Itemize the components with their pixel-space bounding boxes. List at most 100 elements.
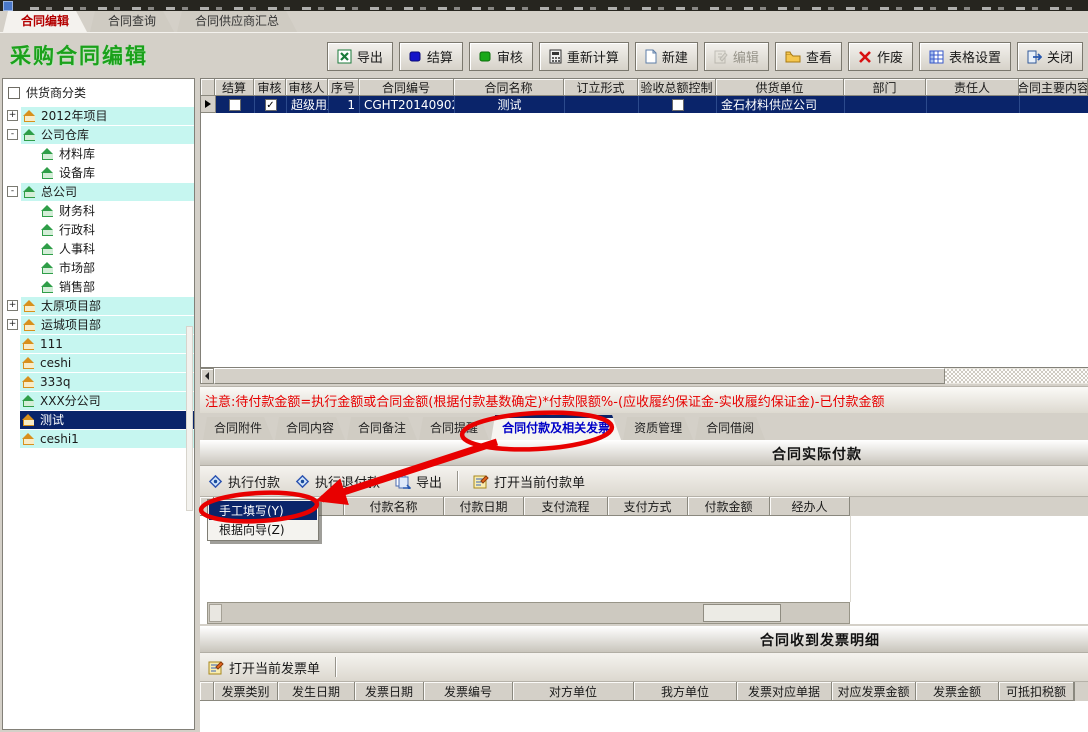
tree-node-label: XXX分公司 (40, 392, 101, 409)
tree-node-row[interactable]: 2012年项目 (21, 107, 194, 125)
settle-checkbox[interactable] (229, 99, 241, 111)
expander-icon[interactable]: - (7, 186, 18, 197)
payment-export-button[interactable]: 导出 (395, 472, 442, 491)
column-header[interactable]: 发生日期 (278, 682, 355, 701)
sidebar-scrollbar[interactable] (186, 326, 193, 511)
tree-node-row[interactable]: 111 (20, 335, 194, 353)
tree-node-row[interactable]: 太原项目部 (21, 297, 194, 315)
column-header[interactable]: 付款日期 (444, 497, 524, 516)
review-button[interactable]: 审核 (469, 42, 533, 71)
settle-button[interactable]: 结算 (399, 42, 463, 71)
tab-contract-borrow[interactable]: 合同借阅 (695, 417, 765, 440)
column-header[interactable]: 订立形式 (564, 79, 638, 96)
recalculate-button[interactable]: 重新计算 (539, 42, 629, 71)
tree-node-row[interactable]: 总公司 (21, 183, 194, 201)
column-header[interactable]: 可抵扣税额 (999, 682, 1074, 701)
execute-refund-button[interactable]: 执行退付款 (295, 472, 380, 491)
scroll-thumb[interactable] (703, 604, 781, 622)
column-header[interactable]: 付款金额 (688, 497, 770, 516)
close-button[interactable]: 关闭 (1017, 42, 1083, 71)
tab-contract-query[interactable]: 合同查询 (90, 11, 174, 32)
tree-node-row[interactable]: 行政科 (39, 221, 194, 239)
tab-contract-content[interactable]: 合同内容 (275, 417, 345, 440)
column-header[interactable]: 发票日期 (355, 682, 424, 701)
tree-node-row[interactable]: 人事科 (39, 240, 194, 258)
tree-node-row[interactable]: 333q (20, 373, 194, 391)
column-header[interactable]: 部门 (844, 79, 926, 96)
tree-node-row[interactable]: 设备库 (39, 164, 194, 182)
tree-node-row[interactable]: 运城项目部 (21, 316, 194, 334)
column-header[interactable]: 审核 (254, 79, 286, 96)
row-marker-header (200, 682, 214, 701)
column-header[interactable]: 经办人 (770, 497, 850, 516)
contract-name-cell: 测试 (455, 96, 565, 113)
new-button[interactable]: 新建 (635, 42, 698, 71)
expander-icon[interactable]: + (7, 300, 18, 311)
column-header[interactable]: 发票编号 (424, 682, 513, 701)
tree-node-row[interactable]: ceshi (20, 354, 194, 372)
contract-row-selected[interactable]: ✓ 超级用户 1 CGHT2014090201 测试 金石材料供应公司 (201, 96, 1088, 113)
scroll-thumb[interactable] (214, 368, 945, 384)
column-header[interactable]: 结算 (215, 79, 254, 96)
void-button[interactable]: 作废 (848, 42, 913, 71)
table-settings-button[interactable]: 表格设置 (919, 42, 1011, 71)
menu-item-manual-fill[interactable]: 手工填写(Y) (209, 501, 317, 520)
column-header[interactable]: 合同名称 (454, 79, 564, 96)
tree-node-row[interactable]: 财务科 (39, 202, 194, 220)
column-header[interactable]: 验收总额控制 (638, 79, 716, 96)
tree-node-row[interactable]: 材料库 (39, 145, 194, 163)
scroll-track[interactable] (945, 369, 1088, 383)
tree-node-row[interactable]: 市场部 (39, 259, 194, 277)
column-header[interactable]: 对应发票金额 (832, 682, 916, 701)
menu-item-wizard[interactable]: 根据向导(Z) (209, 520, 317, 539)
column-header[interactable]: 合同编号 (359, 79, 454, 96)
column-header[interactable]: 支付方式 (608, 497, 688, 516)
column-header[interactable]: 付款名称 (344, 497, 444, 516)
column-header[interactable]: 序号 (328, 79, 359, 96)
expander-icon[interactable]: + (7, 319, 18, 330)
row-marker-header (201, 79, 215, 96)
tree-node-row[interactable]: ceshi1 (20, 430, 194, 448)
column-header[interactable]: 合同主要内容 (1019, 79, 1088, 96)
column-header[interactable]: 发票类别 (214, 682, 278, 701)
tree-node-row[interactable]: XXX分公司 (20, 392, 194, 410)
tab-contract-attachment[interactable]: 合同附件 (203, 417, 273, 440)
button-label: 编辑 (733, 47, 759, 66)
contract-code-cell: CGHT2014090201 (360, 96, 455, 113)
column-header[interactable]: 发票金额 (916, 682, 999, 701)
column-header[interactable]: 支付流程 (524, 497, 608, 516)
scroll-left-button[interactable] (209, 604, 222, 622)
payment-hscrollbar[interactable] (207, 602, 850, 624)
tab-contract-edit[interactable]: 合同编辑 (3, 11, 87, 32)
tab-contract-remark[interactable]: 合同备注 (347, 417, 417, 440)
tab-contract-payment-invoices[interactable]: 合同付款及相关发票 (491, 415, 621, 440)
tree-node-label: 2012年项目 (41, 107, 108, 124)
review-checkbox[interactable]: ✓ (265, 99, 277, 111)
button-label: 审核 (497, 47, 523, 66)
tab-qualification-management[interactable]: 资质管理 (623, 417, 693, 440)
column-header[interactable]: 我方单位 (634, 682, 737, 701)
execute-payment-button[interactable]: 执行付款 (208, 472, 280, 491)
column-header[interactable]: 对方单位 (513, 682, 634, 701)
scroll-left-arrow-icon[interactable] (200, 368, 214, 384)
tree-node-row[interactable]: 公司仓库 (21, 126, 194, 144)
column-header[interactable]: 供货单位 (716, 79, 844, 96)
blue-diamond-icon (295, 474, 310, 489)
export-button[interactable]: 导出 (327, 42, 393, 71)
tree-node-row[interactable]: 销售部 (39, 278, 194, 296)
tab-contract-reminder[interactable]: 合同提醒 (419, 417, 489, 440)
contracts-hscrollbar[interactable] (200, 368, 1088, 384)
accept-checkbox[interactable] (672, 99, 684, 111)
column-header[interactable]: 发票对应单据 (737, 682, 832, 701)
open-payment-voucher-button[interactable]: 打开当前付款单 (473, 472, 585, 491)
open-invoice-voucher-button[interactable]: 打开当前发票单 (208, 658, 320, 677)
column-header[interactable]: 责任人 (926, 79, 1019, 96)
expander-icon[interactable]: - (7, 129, 18, 140)
column-header[interactable]: 审核人 (286, 79, 328, 96)
tree-node-row[interactable]: 测试 (20, 411, 194, 429)
category-filter-checkbox[interactable] (8, 87, 20, 99)
view-button[interactable]: 查看 (775, 42, 842, 71)
expander-icon[interactable]: + (7, 110, 18, 121)
tab-contract-supplier-summary[interactable]: 合同供应商汇总 (177, 11, 297, 32)
house-yellow-icon (22, 433, 35, 445)
